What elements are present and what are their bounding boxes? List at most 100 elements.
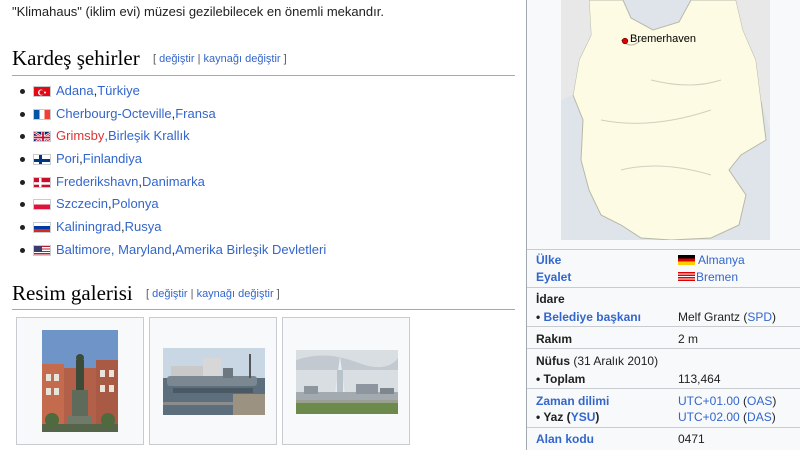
- list-item: Grimsby, Birleşik Krallık: [20, 125, 326, 148]
- turkey-flag-icon: [33, 85, 51, 97]
- list-item: Adana, Türkiye: [20, 80, 326, 103]
- bullet: [20, 247, 25, 253]
- country-link[interactable]: Türkiye: [97, 80, 140, 103]
- infobox-divider: [527, 326, 800, 327]
- submarine-harbor-photo[interactable]: [163, 348, 265, 415]
- mayor-value: Melf Grantz (SPD): [678, 310, 777, 324]
- bullet: •: [536, 310, 544, 324]
- country-value: Almanya: [678, 253, 745, 267]
- bremen-flag-icon: [678, 272, 695, 282]
- edit-source-link[interactable]: kaynağı değiştir: [204, 53, 281, 65]
- infobox-divider: [527, 427, 800, 428]
- gallery-item[interactable]: [282, 317, 410, 445]
- sister-cities-list: Adana, Türkiye Cherbourg-Octeville, Fran…: [20, 80, 326, 262]
- mayor-name: Melf Grantz: [678, 310, 741, 324]
- area-code-value: 0471: [678, 432, 705, 446]
- country-link[interactable]: Rusya: [125, 216, 162, 239]
- poland-flag-icon: [33, 199, 51, 211]
- section-title: Kardeş şehirler: [12, 46, 140, 70]
- country-link[interactable]: Fransa: [175, 103, 215, 126]
- city-link[interactable]: Szczecin: [56, 193, 108, 216]
- country-link[interactable]: Almanya: [698, 253, 745, 267]
- area-code-label-link[interactable]: Alan kodu: [536, 432, 594, 446]
- list-item: Szczecin, Polonya: [20, 193, 326, 216]
- infobox-divider: [527, 287, 800, 288]
- summer-label-text: Yaz: [543, 410, 564, 424]
- summer-abbr-label-link[interactable]: YSU: [571, 410, 596, 424]
- section-edit-links: [ değiştir | kaynağı değiştir ]: [146, 288, 280, 300]
- infobox-divider: [527, 348, 800, 349]
- summer-abbr-link[interactable]: DAS: [747, 410, 772, 424]
- population-label: Nüfus (31 Aralık 2010): [536, 354, 658, 368]
- city-link[interactable]: Baltimore, Maryland: [56, 239, 172, 262]
- total-label: • Toplam: [536, 372, 586, 386]
- mayor-label: • Belediye başkanı: [536, 310, 641, 324]
- country-link[interactable]: Birleşik Krallık: [108, 125, 190, 148]
- germany-locator-map[interactable]: Bremerhaven: [561, 0, 770, 240]
- utc-offset-link[interactable]: UTC+01.00: [678, 394, 740, 408]
- list-item: Kaliningrad, Rusya: [20, 216, 326, 239]
- city-link[interactable]: Cherbourg-Octeville: [56, 103, 172, 126]
- bullet: [20, 179, 25, 185]
- finland-flag-icon: [33, 153, 51, 165]
- summer-offset-link[interactable]: UTC+02.00: [678, 410, 740, 424]
- infobox-divider: [527, 249, 800, 250]
- bullet: [20, 156, 25, 162]
- state-label-link[interactable]: Eyalet: [536, 270, 571, 284]
- bullet: [20, 224, 25, 230]
- state-link[interactable]: Bremen: [696, 270, 738, 284]
- city-link[interactable]: Kaliningrad: [56, 216, 121, 239]
- uk-flag-icon: [33, 131, 51, 143]
- section-title: Resim galerisi: [12, 281, 133, 305]
- infobox: Bremerhaven Ülke Almanya Eyalet Bremen İ…: [526, 0, 800, 450]
- country-link[interactable]: Danimarka: [142, 171, 205, 194]
- total-value: 113,464: [678, 372, 721, 386]
- party-link[interactable]: SPD: [747, 310, 772, 324]
- state-value: Bremen: [678, 270, 738, 284]
- bullet: [20, 111, 25, 117]
- statue-photo[interactable]: [42, 330, 118, 432]
- gallery-item[interactable]: [149, 317, 277, 445]
- edit-link[interactable]: değiştir: [152, 288, 187, 300]
- atlantic-hotel-skyline-photo[interactable]: [296, 350, 398, 414]
- country-link[interactable]: Polonya: [112, 193, 159, 216]
- timezone-label-link[interactable]: Zaman dilimi: [536, 394, 609, 408]
- edit-source-link[interactable]: kaynağı değiştir: [197, 288, 274, 300]
- total-label-text: Toplam: [543, 372, 586, 386]
- map-city-label: Bremerhaven: [630, 33, 697, 45]
- country-link[interactable]: Finlandiya: [83, 148, 142, 171]
- infobox-divider: [527, 388, 800, 389]
- list-item: Pori, Finlandiya: [20, 148, 326, 171]
- summer-label: • Yaz (YSU): [536, 410, 600, 424]
- edit-link[interactable]: değiştir: [159, 53, 194, 65]
- intro-text: "Klimahaus" (iklim evi) müzesi gezilebil…: [12, 4, 384, 19]
- list-item: Baltimore, Maryland, Amerika Birleşik De…: [20, 239, 326, 262]
- timezone-abbr-link[interactable]: OAS: [747, 394, 772, 408]
- country-label-link[interactable]: Ülke: [536, 253, 561, 267]
- bullet: [20, 202, 25, 208]
- germany-flag-icon: [678, 255, 695, 265]
- usa-flag-icon: [33, 244, 51, 256]
- bullet: [20, 134, 25, 140]
- mayor-label-link[interactable]: Belediye başkanı: [544, 310, 641, 324]
- bracket-open: [: [152, 53, 157, 65]
- admin-heading: İdare: [536, 292, 565, 306]
- section-heading-gallery: Resim galerisi [ değiştir | kaynağı deği…: [12, 281, 280, 306]
- section-edit-links: [ değiştir | kaynağı değiştir ]: [153, 53, 287, 65]
- city-link[interactable]: Adana: [56, 80, 94, 103]
- country-link[interactable]: Amerika Birleşik Devletleri: [175, 239, 326, 262]
- gallery-item[interactable]: [16, 317, 144, 445]
- list-item: Cherbourg-Octeville, Fransa: [20, 103, 326, 126]
- separator: |: [190, 288, 194, 300]
- population-label-text: Nüfus: [536, 354, 570, 368]
- bullet: [20, 88, 25, 94]
- summer-value: UTC+02.00 (DAS): [678, 410, 776, 424]
- russia-flag-icon: [33, 221, 51, 233]
- city-link[interactable]: Grimsby: [56, 125, 104, 148]
- timezone-value: UTC+01.00 (OAS): [678, 394, 777, 408]
- elevation-value: 2 m: [678, 332, 699, 346]
- city-link[interactable]: Frederikshavn: [56, 171, 138, 194]
- population-date: (31 Aralık 2010): [573, 354, 659, 368]
- section-heading-sister-cities: Kardeş şehirler [ değiştir | kaynağı değ…: [12, 46, 287, 71]
- city-link[interactable]: Pori: [56, 148, 79, 171]
